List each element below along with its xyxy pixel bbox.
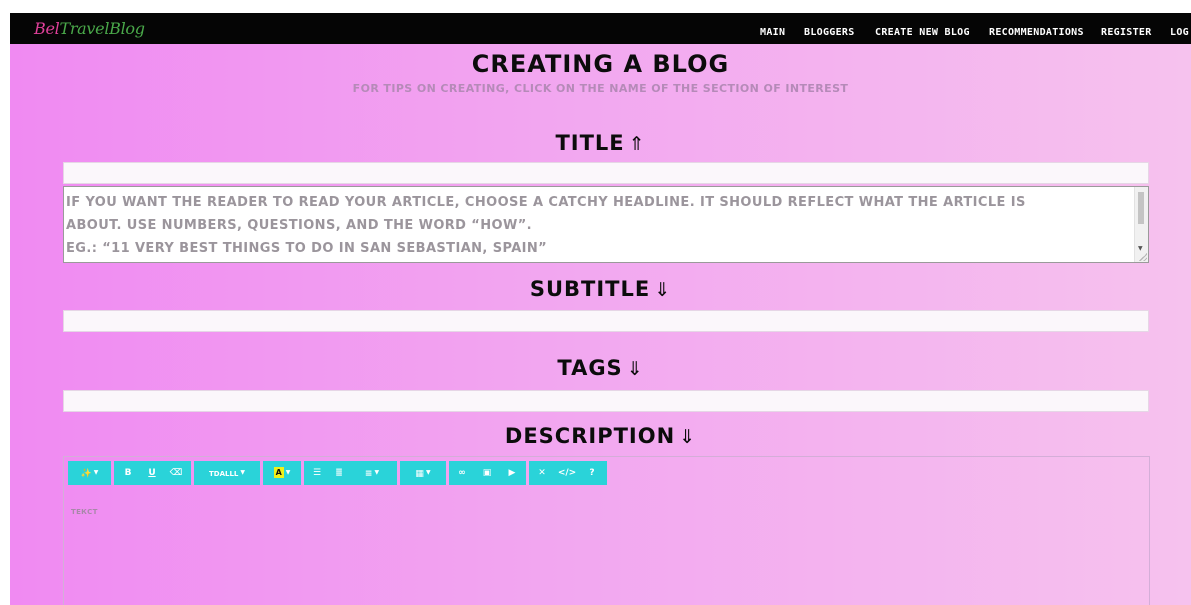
page-frame: BelTravelBlog MAIN BLOGGERS CREATE NEW B…: [10, 13, 1191, 605]
scrollbar-thumb[interactable]: [1138, 192, 1144, 224]
eraser-icon[interactable]: ⌫: [168, 461, 184, 485]
align-dropdown[interactable]: ≡ ▼: [352, 461, 392, 485]
arrow-up-icon: ⇑: [628, 133, 646, 155]
fullscreen-icon[interactable]: ✕: [533, 461, 551, 485]
toolbar-group-table: ▦ ▼: [400, 461, 446, 485]
title-tips-textarea[interactable]: IF YOU WANT THE READER TO READ YOUR ARTI…: [63, 186, 1149, 263]
underline-button[interactable]: U: [144, 461, 160, 485]
table-icon: ▦: [415, 469, 424, 479]
description-editor[interactable]: ✨▼ B U ⌫ TDALLL▼ A▼ ☰ ≣ ≡▼ ▦▼ ∞ ▣ ▶: [63, 456, 1150, 605]
subtitle-label: SUBTITLE: [529, 277, 651, 301]
page-title: CREATING A BLOG: [471, 50, 730, 78]
editor-text-area[interactable]: ТЕКСТ: [71, 508, 98, 516]
code-view-icon[interactable]: </>: [555, 461, 579, 485]
toolbar-group-color: A ▼: [263, 461, 301, 485]
tags-label: TAGS: [557, 356, 623, 380]
ordered-list-icon[interactable]: ≣: [330, 461, 348, 485]
tips-scrollbar[interactable]: ▼: [1134, 187, 1148, 262]
arrow-down-icon: ⇓: [654, 279, 672, 301]
toolbar-group-paragraph: ☰ ≣ ≡ ▼: [304, 461, 397, 485]
tips-line-2: ABOUT. USE NUMBERS, QUESTIONS, AND THE W…: [66, 218, 532, 233]
description-label: DESCRIPTION: [504, 424, 676, 448]
image-icon[interactable]: ▣: [478, 461, 496, 485]
arrow-down-icon: ⇓: [626, 358, 644, 380]
nav-item-bloggers[interactable]: BLOGGERS: [804, 27, 855, 38]
toolbar-group-font: B U ⌫: [114, 461, 191, 485]
page-subtitle: FOR TIPS ON CREATING, CLICK ON THE NAME …: [352, 82, 849, 95]
nav-item-main[interactable]: MAIN: [760, 27, 785, 38]
title-heading[interactable]: TITLE ⇑: [10, 131, 1191, 155]
arrow-down-icon: ⇓: [679, 426, 697, 448]
tips-line-3: EG.: “11 VERY BEST THINGS TO DO IN SAN S…: [66, 241, 548, 256]
table-dropdown[interactable]: ▦ ▼: [404, 461, 442, 485]
nav-item-login[interactable]: LOG: [1170, 27, 1189, 38]
text-color-button[interactable]: A ▼: [267, 461, 297, 485]
help-icon[interactable]: ?: [583, 461, 601, 485]
style-dropdown-button[interactable]: ✨ ▼: [72, 461, 107, 485]
tags-heading[interactable]: TAGS ⇓: [10, 356, 1191, 380]
align-icon: ≡: [364, 469, 373, 479]
video-icon[interactable]: ▶: [503, 461, 521, 485]
nav-item-create-new-blog[interactable]: CREATE NEW BLOG: [875, 27, 970, 38]
toolbar-group-style: ✨ ▼: [68, 461, 111, 485]
subtitle-input[interactable]: [63, 310, 1149, 332]
tags-input[interactable]: [63, 390, 1149, 412]
nav-item-recommendations[interactable]: RECOMMENDATIONS: [989, 27, 1084, 38]
bold-button[interactable]: B: [120, 461, 136, 485]
color-swatch-icon: A: [273, 467, 284, 478]
logo-part-bel: Bel: [34, 19, 60, 38]
title-input[interactable]: [63, 162, 1149, 184]
title-tips-text: IF YOU WANT THE READER TO READ YOUR ARTI…: [66, 191, 1130, 260]
magic-wand-icon: ✨: [80, 469, 92, 479]
scroll-down-icon[interactable]: ▼: [1138, 245, 1143, 252]
title-label: TITLE: [555, 131, 625, 155]
font-name-label: TDALLL: [208, 470, 239, 478]
logo-part-travelblog: TravelBlog: [59, 19, 145, 38]
toolbar-group-insert: ∞ ▣ ▶: [449, 461, 526, 485]
tips-line-1: IF YOU WANT THE READER TO READ YOUR ARTI…: [66, 195, 1026, 210]
toolbar-group-fontname: TDALLL ▼: [194, 461, 260, 485]
resize-grip-icon[interactable]: [1139, 253, 1147, 261]
font-name-dropdown[interactable]: TDALLL ▼: [198, 461, 256, 485]
site-logo[interactable]: BelTravelBlog: [34, 19, 145, 38]
description-heading[interactable]: DESCRIPTION ⇓: [10, 424, 1191, 448]
nav-item-register[interactable]: REGISTER: [1101, 27, 1152, 38]
toolbar-group-misc: ✕ </> ?: [529, 461, 607, 485]
link-icon[interactable]: ∞: [453, 461, 471, 485]
unordered-list-icon[interactable]: ☰: [308, 461, 326, 485]
subtitle-heading[interactable]: SUBTITLE ⇓: [10, 277, 1191, 301]
navbar: BelTravelBlog MAIN BLOGGERS CREATE NEW B…: [10, 13, 1191, 44]
